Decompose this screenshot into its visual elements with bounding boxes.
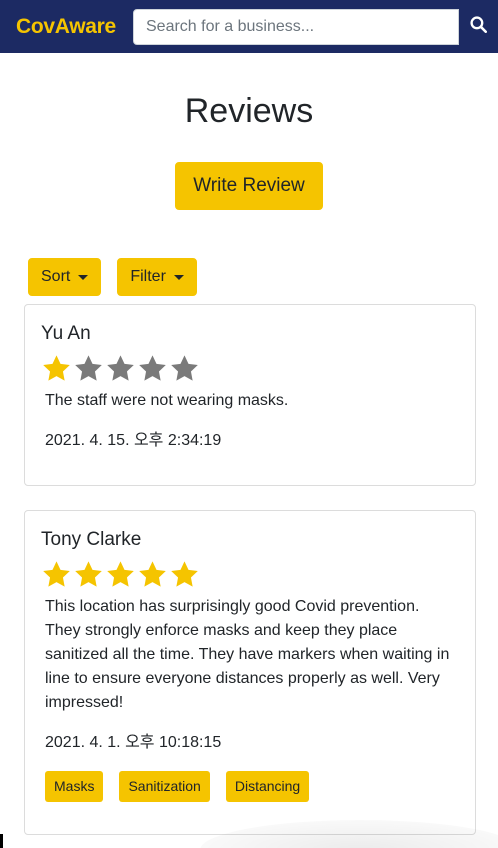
search-icon <box>470 15 488 38</box>
caret-down-icon <box>78 274 89 280</box>
search-button[interactable] <box>459 0 498 53</box>
star-filled-icon <box>41 559 72 591</box>
window-corner <box>0 834 3 848</box>
write-review-button[interactable]: Write Review <box>175 162 323 210</box>
filter-label: Filter <box>130 268 166 285</box>
review-tags: Masks Sanitization Distancing <box>45 771 459 802</box>
tag-badge: Distancing <box>225 771 310 802</box>
review-date: 2021. 4. 15. 오후 2:34:19 <box>45 432 222 449</box>
star-filled-icon <box>41 353 72 385</box>
star-rating <box>41 353 459 385</box>
star-rating <box>41 559 459 591</box>
star-empty-icon <box>169 353 200 385</box>
review-date: 2021. 4. 1. 오후 10:18:15 <box>45 734 222 751</box>
sort-dropdown-button[interactable]: Sort <box>28 258 102 296</box>
tag-badge: Masks <box>45 771 104 802</box>
page-title: Reviews <box>184 92 314 130</box>
review-controls: Sort Filter <box>28 258 197 296</box>
review-card: Tony Clarke This location has surprising… <box>24 510 476 835</box>
star-filled-icon <box>169 559 200 591</box>
star-filled-icon <box>105 559 136 591</box>
star-empty-icon <box>105 353 136 385</box>
review-card: Yu An The staff were not wearing masks. … <box>24 304 476 486</box>
caret-down-icon <box>173 274 184 280</box>
reviewer-name: Tony Clarke <box>41 529 142 550</box>
filter-dropdown-button[interactable]: Filter <box>117 258 197 296</box>
sort-label: Sort <box>41 268 71 285</box>
tag-badge: Sanitization <box>119 771 210 802</box>
star-empty-icon <box>137 353 168 385</box>
star-empty-icon <box>73 353 104 385</box>
review-text: This location has surprisingly good Covi… <box>45 598 450 711</box>
star-filled-icon <box>137 559 168 591</box>
reviewer-name: Yu An <box>41 323 91 344</box>
review-text: The staff were not wearing masks. <box>45 392 289 409</box>
brand-logo[interactable]: CovAware <box>16 15 133 39</box>
star-filled-icon <box>73 559 104 591</box>
navbar: CovAware <box>0 0 498 53</box>
search-input[interactable] <box>133 8 459 45</box>
